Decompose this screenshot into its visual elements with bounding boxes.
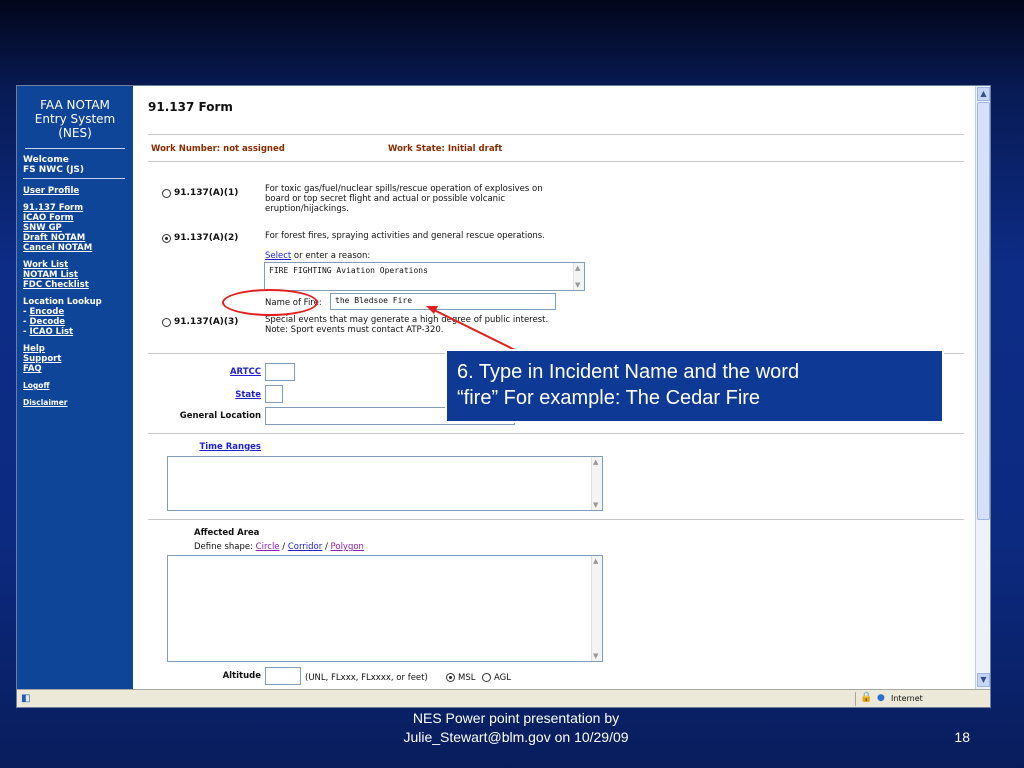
- nav-icao-list-item: - ICAO List: [23, 327, 74, 337]
- slide-number: 18: [954, 729, 970, 745]
- page-scrollbar[interactable]: ▲ ▼: [975, 86, 990, 689]
- nav-decode[interactable]: Decode: [30, 317, 66, 327]
- divider: [148, 433, 964, 434]
- scroll-up-icon[interactable]: ▲: [977, 87, 990, 101]
- desc-91137-a2: For forest fires, spraying activities an…: [265, 231, 545, 241]
- altitude-hint: (UNL, FLxxx, FLxxxx, or feet): [305, 673, 428, 683]
- label-91137-a3: 91.137(A)(3): [174, 317, 239, 327]
- textarea-scrollbar[interactable]: [573, 263, 584, 290]
- annotation-ellipse: [222, 289, 318, 316]
- nav-location-lookup-heading: Location Lookup: [23, 297, 102, 307]
- nav-encode[interactable]: Encode: [30, 307, 65, 317]
- desc-line: eruption/hijackings.: [265, 204, 349, 214]
- label-91137-a2: 91.137(A)(2): [174, 233, 239, 243]
- welcome-label: Welcome: [23, 155, 69, 165]
- callout-line2: “fire” For example: The Cedar Fire: [457, 387, 761, 409]
- affected-area-textarea[interactable]: [167, 555, 603, 662]
- welcome-block: Welcome FS NWC (JS): [23, 149, 125, 179]
- artcc-link[interactable]: ARTCC: [193, 367, 261, 377]
- nav-snw-gp[interactable]: SNW GP: [23, 223, 127, 233]
- scroll-down-icon[interactable]: ▼: [977, 673, 990, 687]
- nav-support[interactable]: Support: [23, 354, 127, 364]
- textarea-scrollbar[interactable]: [591, 457, 602, 510]
- divider: [148, 519, 964, 520]
- time-ranges-textarea[interactable]: [167, 456, 603, 511]
- name-of-fire-input[interactable]: the Bledsoe Fire: [330, 293, 556, 310]
- nav-faq[interactable]: FAQ: [23, 364, 127, 374]
- nav-decode-item: - Decode: [23, 317, 66, 327]
- divider: [148, 161, 964, 162]
- app-title-line1: FAA NOTAM: [40, 98, 110, 112]
- define-shape-row: Define shape: Circle / Corridor / Polygo…: [194, 542, 364, 552]
- browser-statusbar: ◧ 🔒 ● Internet: [17, 689, 990, 707]
- nav-cancel-notam[interactable]: Cancel NOTAM: [23, 243, 127, 253]
- label-91137-a1: 91.137(A)(1): [174, 188, 239, 198]
- textarea-scrollbar[interactable]: [591, 556, 602, 661]
- nav-encode-item: - Encode: [23, 307, 65, 317]
- instruction-callout: 6. Type in Incident Name and the word “f…: [445, 349, 944, 423]
- divider: [148, 134, 964, 135]
- nav-91137-form[interactable]: 91.137 Form: [23, 203, 127, 213]
- callout-line1: 6. Type in Incident Name and the word: [457, 361, 800, 383]
- reason-prompt-text: or enter a reason:: [291, 251, 371, 261]
- select-reason-link[interactable]: Select: [265, 251, 291, 261]
- nav-work-list[interactable]: Work List: [23, 260, 127, 270]
- globe-icon: ●: [877, 693, 885, 703]
- radio-91137-a2[interactable]: [162, 234, 171, 243]
- nav-icao-form[interactable]: ICAO Form: [23, 213, 127, 223]
- shape-circle-link[interactable]: Circle: [256, 542, 280, 552]
- time-ranges-link[interactable]: Time Ranges: [163, 442, 261, 452]
- desc-91137-a3: Special events that may generate a high …: [265, 315, 548, 335]
- radio-91137-a3[interactable]: [162, 318, 171, 327]
- agl-label: AGL: [494, 673, 511, 683]
- work-number: Work Number: not assigned: [151, 144, 285, 154]
- lock-icon: 🔒: [860, 692, 873, 703]
- desc-line: board or top secret flight and actual or…: [265, 194, 506, 204]
- nav-notam-list[interactable]: NOTAM List: [23, 270, 127, 280]
- altitude-label: Altitude: [222, 671, 261, 681]
- desc-line: For toxic gas/fuel/nuclear spills/rescue…: [265, 184, 543, 194]
- altitude-input[interactable]: [265, 667, 301, 685]
- reason-prompt: Select or enter a reason:: [265, 251, 370, 261]
- radio-agl[interactable]: [482, 673, 491, 682]
- app-title-line2: Entry System: [34, 112, 116, 126]
- shape-corridor-link[interactable]: Corridor: [288, 542, 322, 552]
- shape-polygon-link[interactable]: Polygon: [331, 542, 364, 552]
- affected-area-label: Affected Area: [194, 528, 260, 538]
- radio-msl[interactable]: [446, 673, 455, 682]
- nav-logoff[interactable]: Logoff: [23, 381, 127, 391]
- scrollbar-thumb[interactable]: [977, 102, 990, 520]
- work-state: Work State: Initial draft: [388, 144, 503, 154]
- state-link[interactable]: State: [193, 390, 261, 400]
- nav-draft-notam[interactable]: Draft NOTAM: [23, 233, 127, 243]
- reason-textarea[interactable]: FIRE FIGHTING Aviation Operations: [264, 262, 585, 291]
- artcc-input[interactable]: [265, 363, 295, 381]
- app-title: FAA NOTAM Entry System (NES): [25, 98, 125, 149]
- desc-line: Special events that may generate a high …: [265, 315, 549, 325]
- slide-footer: NES Power point presentation by Julie_St…: [356, 709, 676, 747]
- desc-line: Note: Sport events must contact ATP-320.: [265, 325, 444, 335]
- desc-91137-a1: For toxic gas/fuel/nuclear spills/rescue…: [265, 184, 543, 214]
- general-location-label: General Location: [179, 411, 261, 421]
- nav-disclaimer[interactable]: Disclaimer: [23, 398, 127, 408]
- msl-label: MSL: [458, 673, 476, 683]
- page-icon: ◧: [21, 693, 31, 704]
- divider: [855, 692, 856, 706]
- left-nav: FAA NOTAM Entry System (NES) Welcome FS …: [17, 86, 133, 689]
- radio-91137-a1[interactable]: [162, 189, 171, 198]
- nav-help[interactable]: Help: [23, 344, 127, 354]
- footer-line1: NES Power point presentation by: [412, 710, 620, 726]
- state-input[interactable]: [265, 385, 283, 403]
- app-title-line3: (NES): [58, 126, 92, 140]
- nav-icao-list[interactable]: ICAO List: [30, 327, 74, 337]
- security-zone: Internet: [891, 694, 923, 703]
- form-title: 91.137 Form: [148, 100, 233, 114]
- define-shape-text: Define shape:: [194, 542, 256, 552]
- nav-user-profile[interactable]: User Profile: [23, 186, 127, 196]
- reason-value: FIRE FIGHTING Aviation Operations: [269, 266, 428, 275]
- nav-fdc-checklist[interactable]: FDC Checklist: [23, 280, 127, 290]
- footer-line2: Julie_Stewart@blm.gov on 10/29/09: [403, 729, 629, 745]
- welcome-user: FS NWC (JS): [23, 165, 85, 175]
